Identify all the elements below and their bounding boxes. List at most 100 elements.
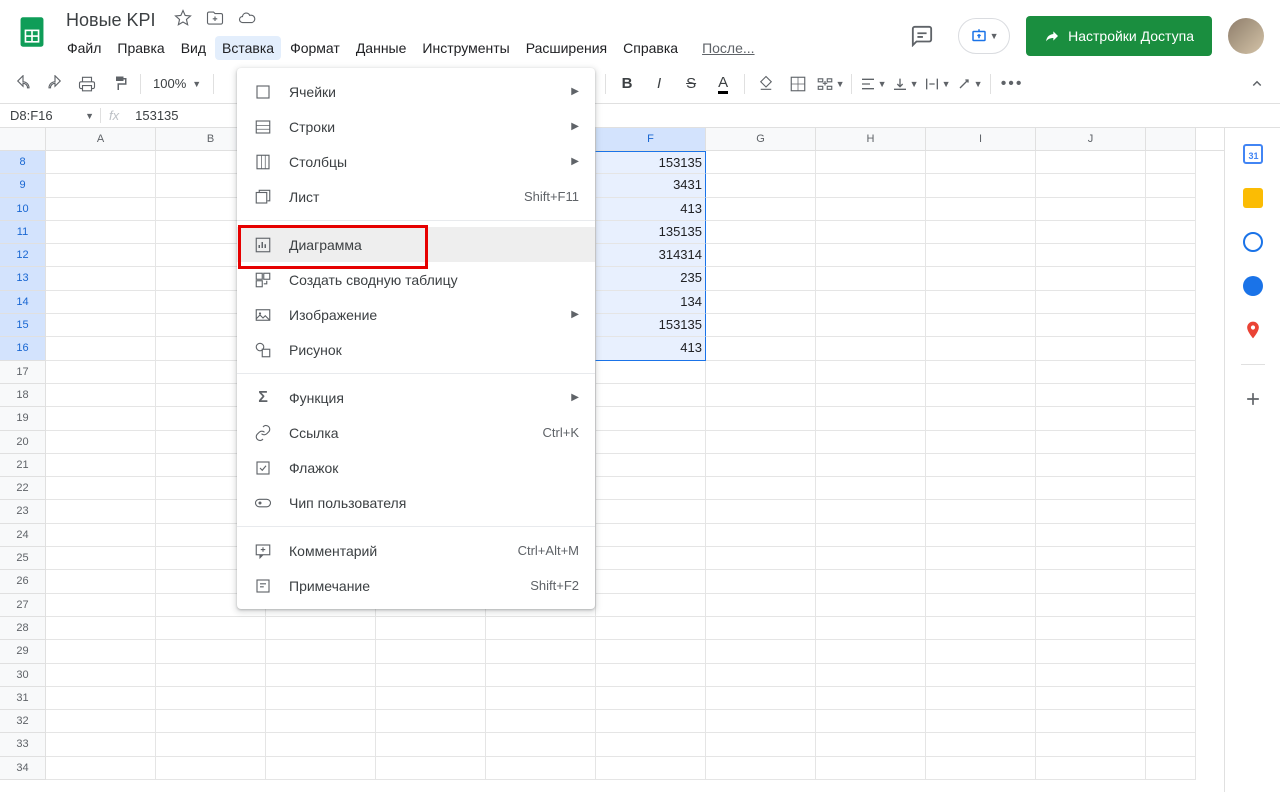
cell-A33[interactable] [46, 733, 156, 756]
cell-F24[interactable] [596, 524, 706, 547]
cell-H20[interactable] [816, 431, 926, 454]
borders-button[interactable] [783, 69, 813, 99]
text-color-button[interactable]: A [708, 69, 738, 99]
cell-F20[interactable] [596, 431, 706, 454]
cell-G33[interactable] [706, 733, 816, 756]
add-addon-icon[interactable] [1243, 389, 1263, 409]
menu-файл[interactable]: Файл [60, 36, 108, 60]
cell-A29[interactable] [46, 640, 156, 663]
maps-icon[interactable] [1243, 320, 1263, 340]
col-header-I[interactable]: I [926, 128, 1036, 150]
cell-I29[interactable] [926, 640, 1036, 663]
cell-G25[interactable] [706, 547, 816, 570]
cell-J16[interactable] [1036, 337, 1146, 360]
row-header-29[interactable]: 29 [0, 640, 46, 663]
cell-H11[interactable] [816, 221, 926, 244]
cell-I21[interactable] [926, 454, 1036, 477]
cell-A19[interactable] [46, 407, 156, 430]
cell-I15[interactable] [926, 314, 1036, 337]
menu-item-function[interactable]: ΣФункция▶ [237, 380, 595, 415]
cell-I28[interactable] [926, 617, 1036, 640]
cell-A28[interactable] [46, 617, 156, 640]
cell-A10[interactable] [46, 198, 156, 221]
cell-F34[interactable] [596, 757, 706, 780]
cell-C32[interactable] [266, 710, 376, 733]
menu-item-cells[interactable]: Ячейки▶ [237, 74, 595, 109]
cell-F26[interactable] [596, 570, 706, 593]
cell-I25[interactable] [926, 547, 1036, 570]
tasks-icon[interactable] [1243, 232, 1263, 252]
cell-F22[interactable] [596, 477, 706, 500]
cell-J27[interactable] [1036, 594, 1146, 617]
undo-button[interactable] [8, 69, 38, 99]
cell-I10[interactable] [926, 198, 1036, 221]
menu-item-person[interactable]: Чип пользователя [237, 485, 595, 520]
cell-F9[interactable]: 3431 [596, 174, 706, 197]
col-header-H[interactable]: H [816, 128, 926, 150]
cell-G34[interactable] [706, 757, 816, 780]
cell-I20[interactable] [926, 431, 1036, 454]
cell-E28[interactable] [486, 617, 596, 640]
cell-H19[interactable] [816, 407, 926, 430]
cell-H8[interactable] [816, 151, 926, 174]
cell-J18[interactable] [1036, 384, 1146, 407]
cell-A32[interactable] [46, 710, 156, 733]
cell-J31[interactable] [1036, 687, 1146, 710]
cell-J12[interactable] [1036, 244, 1146, 267]
cell-G24[interactable] [706, 524, 816, 547]
cell-D29[interactable] [376, 640, 486, 663]
cell-F28[interactable] [596, 617, 706, 640]
row-header-13[interactable]: 13 [0, 267, 46, 290]
cell-A17[interactable] [46, 361, 156, 384]
menu-item-cols[interactable]: Столбцы▶ [237, 144, 595, 179]
cell-J15[interactable] [1036, 314, 1146, 337]
italic-button[interactable]: I [644, 69, 674, 99]
merge-button[interactable]: ▼ [815, 69, 845, 99]
row-header-8[interactable]: 8 [0, 151, 46, 174]
cell-I24[interactable] [926, 524, 1036, 547]
cell-I19[interactable] [926, 407, 1036, 430]
row-header-14[interactable]: 14 [0, 291, 46, 314]
menu-item-checkbox[interactable]: Флажок [237, 450, 595, 485]
cell-A22[interactable] [46, 477, 156, 500]
cell-I14[interactable] [926, 291, 1036, 314]
cell-A21[interactable] [46, 454, 156, 477]
cell-I31[interactable] [926, 687, 1036, 710]
star-icon[interactable] [174, 9, 192, 32]
cell-H10[interactable] [816, 198, 926, 221]
cell-A8[interactable] [46, 151, 156, 174]
col-header-J[interactable]: J [1036, 128, 1146, 150]
cell-F8[interactable]: 153135 [596, 151, 706, 174]
cell-J22[interactable] [1036, 477, 1146, 500]
calendar-icon[interactable]: 31 [1243, 144, 1263, 164]
cell-B32[interactable] [156, 710, 266, 733]
cell-F10[interactable]: 413 [596, 198, 706, 221]
cell-B30[interactable] [156, 664, 266, 687]
row-header-18[interactable]: 18 [0, 384, 46, 407]
bold-button[interactable]: B [612, 69, 642, 99]
cell-C29[interactable] [266, 640, 376, 663]
cell-G13[interactable] [706, 267, 816, 290]
cell-J14[interactable] [1036, 291, 1146, 314]
rotate-button[interactable]: ▼ [954, 69, 984, 99]
cell-I12[interactable] [926, 244, 1036, 267]
cell-J21[interactable] [1036, 454, 1146, 477]
cell-F21[interactable] [596, 454, 706, 477]
menu-item-pivot[interactable]: Создать сводную таблицу [237, 262, 595, 297]
cell-C34[interactable] [266, 757, 376, 780]
sheets-logo[interactable] [12, 12, 52, 52]
row-header-31[interactable]: 31 [0, 687, 46, 710]
cell-G11[interactable] [706, 221, 816, 244]
row-header-26[interactable]: 26 [0, 570, 46, 593]
cell-J20[interactable] [1036, 431, 1146, 454]
menu-после...[interactable]: После... [695, 36, 761, 60]
cell-H32[interactable] [816, 710, 926, 733]
cell-F13[interactable]: 235 [596, 267, 706, 290]
cell-J13[interactable] [1036, 267, 1146, 290]
document-title[interactable]: Новые KPI [60, 8, 162, 33]
cell-I23[interactable] [926, 500, 1036, 523]
cell-F19[interactable] [596, 407, 706, 430]
cell-F17[interactable] [596, 361, 706, 384]
menu-item-comment[interactable]: КомментарийCtrl+Alt+M [237, 533, 595, 568]
cell-J17[interactable] [1036, 361, 1146, 384]
